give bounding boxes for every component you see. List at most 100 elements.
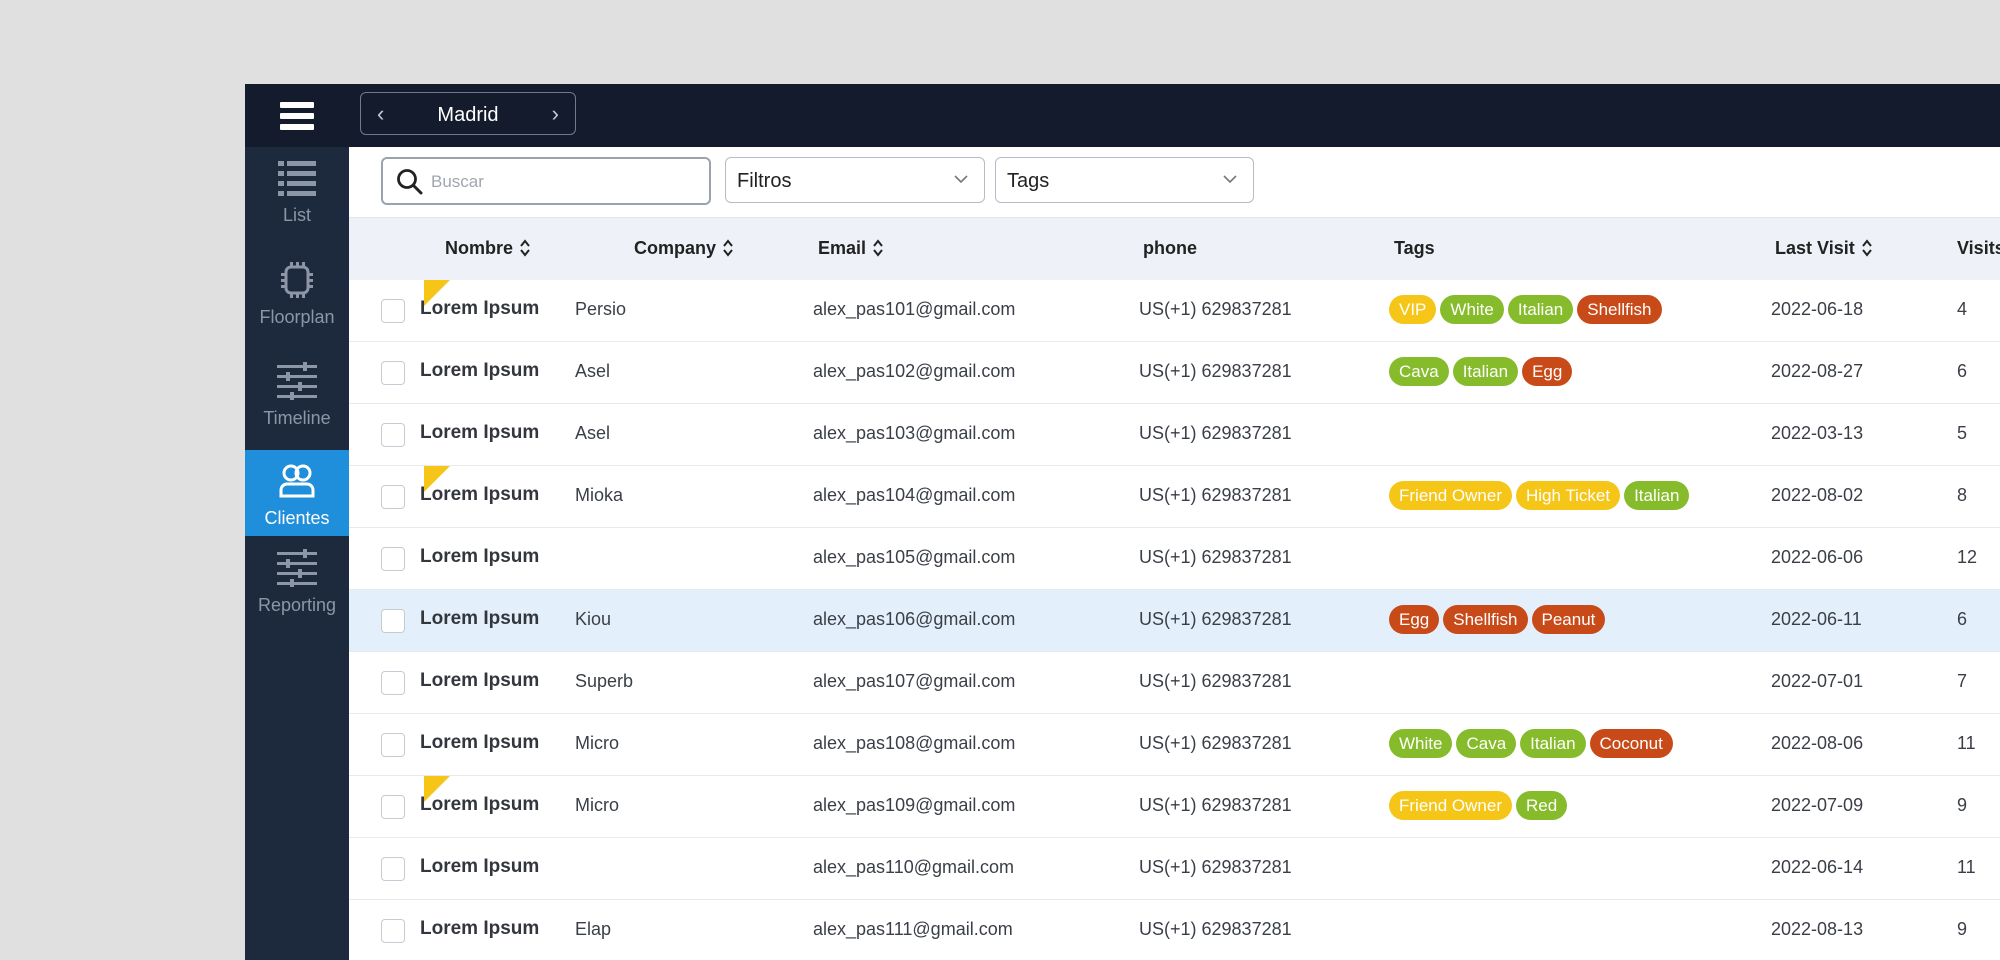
table-row[interactable]: Lorem Ipsum Asel alex_pas102@gmail.com US(+… bbox=[349, 342, 2000, 404]
sidebar-item-list[interactable]: List bbox=[245, 147, 349, 233]
tag-badge[interactable]: Friend Owner bbox=[1389, 481, 1512, 510]
table-row[interactable]: Lorem Ipsum Micro alex_pas108@gmail.com US(… bbox=[349, 714, 2000, 776]
tag-list: Friend Owner High Ticket Italian bbox=[1389, 481, 1693, 510]
timeline-icon bbox=[277, 362, 317, 400]
tags-dropdown[interactable]: Tags bbox=[995, 157, 1254, 203]
table-row[interactable]: Lorem Ipsum Persio alex_pas101@gmail.com US… bbox=[349, 280, 2000, 342]
phone-cell: US(+1) 629837281 bbox=[1139, 609, 1292, 629]
sidebar-item-timeline[interactable]: Timeline bbox=[245, 350, 349, 436]
tag-badge[interactable]: Shellfish bbox=[1443, 605, 1528, 634]
tag-badge[interactable]: Cava bbox=[1456, 729, 1517, 758]
email-cell: alex_pas107@gmail.com bbox=[813, 671, 1016, 691]
client-name[interactable]: Lorem Ipsum bbox=[420, 546, 539, 568]
last-visit-cell: 2022-08-27 bbox=[1771, 361, 1864, 381]
chevron-down-icon bbox=[954, 175, 968, 184]
table-row[interactable]: Lorem Ipsum alex_pas105@gmail.com US(+1) 6… bbox=[349, 528, 2000, 590]
client-name[interactable]: Lorem Ipsum bbox=[420, 608, 539, 630]
table-row[interactable]: Lorem Ipsum Kiou alex_pas106@gmail.com US(+… bbox=[349, 590, 2000, 652]
column-header-last-visit[interactable]: Last Visit bbox=[1775, 238, 1873, 259]
client-name[interactable]: Lorem Ipsum bbox=[420, 422, 539, 444]
tag-badge[interactable]: White bbox=[1389, 729, 1453, 758]
table-row[interactable]: Lorem Ipsum Micro alex_pas109@gmail.com US(… bbox=[349, 776, 2000, 838]
sidebar-item-label: Reporting bbox=[257, 595, 337, 615]
row-checkbox[interactable] bbox=[381, 919, 405, 943]
row-checkbox[interactable] bbox=[381, 485, 405, 509]
last-visit-cell: 2022-06-14 bbox=[1771, 857, 1864, 877]
column-header-company[interactable]: Company bbox=[634, 238, 734, 259]
client-name[interactable]: Lorem Ipsum bbox=[420, 360, 539, 382]
client-name[interactable]: Lorem Ipsum bbox=[420, 484, 539, 506]
client-name[interactable]: Lorem Ipsum bbox=[420, 856, 539, 878]
table-body: Lorem Ipsum Persio alex_pas101@gmail.com US… bbox=[349, 280, 2000, 960]
row-checkbox[interactable] bbox=[381, 795, 405, 819]
column-header-label: phone bbox=[1143, 238, 1197, 258]
filter-bar: Filtros Tags bbox=[349, 147, 2000, 217]
phone-cell: US(+1) 629837281 bbox=[1139, 919, 1292, 939]
column-header-label: Email bbox=[818, 238, 867, 258]
row-checkbox[interactable] bbox=[381, 609, 405, 633]
row-checkbox[interactable] bbox=[381, 299, 405, 323]
tag-list: White Cava Italian Coconut bbox=[1389, 729, 1677, 758]
tag-badge[interactable]: Shellfish bbox=[1577, 295, 1662, 324]
location-switcher: ‹ Madrid › bbox=[360, 92, 576, 135]
column-header-phone[interactable]: phone bbox=[1143, 238, 1197, 259]
hamburger-menu-icon[interactable] bbox=[280, 102, 314, 130]
row-checkbox[interactable] bbox=[381, 857, 405, 881]
visits-cell: 7 bbox=[1957, 671, 1968, 691]
tag-list: Egg Shellfish Peanut bbox=[1389, 605, 1609, 634]
client-name[interactable]: Lorem Ipsum bbox=[420, 732, 539, 754]
tag-badge[interactable]: Coconut bbox=[1589, 729, 1673, 758]
tag-badge[interactable]: High Ticket bbox=[1515, 481, 1621, 510]
tag-list: Friend Owner Red bbox=[1389, 791, 1571, 820]
column-header-tags[interactable]: Tags bbox=[1394, 238, 1435, 259]
tag-badge[interactable]: Italian bbox=[1452, 357, 1519, 386]
column-header-visits[interactable]: Visits bbox=[1957, 238, 2000, 259]
sidebar-item-label: Timeline bbox=[263, 408, 331, 428]
row-checkbox[interactable] bbox=[381, 547, 405, 571]
tag-badge[interactable]: Italian bbox=[1520, 729, 1586, 758]
client-name[interactable]: Lorem Ipsum bbox=[420, 298, 539, 320]
tag-badge[interactable]: VIP bbox=[1389, 295, 1437, 324]
table-row[interactable]: Lorem Ipsum alex_pas110@gmail.com US(+1) 6… bbox=[349, 838, 2000, 900]
column-header-nombre[interactable]: Nombre bbox=[445, 238, 531, 259]
chevron-right-icon[interactable]: › bbox=[552, 101, 559, 127]
client-name[interactable]: Lorem Ipsum bbox=[420, 918, 539, 940]
sidebar-item-clientes[interactable]: Clientes bbox=[245, 450, 349, 536]
tag-badge[interactable]: Red bbox=[1515, 791, 1568, 820]
row-checkbox[interactable] bbox=[381, 671, 405, 695]
company-cell: Persio bbox=[575, 299, 627, 319]
column-header-label: Company bbox=[634, 238, 717, 258]
email-cell: alex_pas105@gmail.com bbox=[813, 547, 1016, 567]
table-row[interactable]: Lorem Ipsum Superb alex_pas107@gmail.com US… bbox=[349, 652, 2000, 714]
table-row[interactable]: Lorem Ipsum Asel alex_pas103@gmail.com US(+… bbox=[349, 404, 2000, 466]
filters-dropdown[interactable]: Filtros bbox=[725, 157, 985, 203]
column-header-email[interactable]: Email bbox=[818, 238, 884, 259]
row-checkbox[interactable] bbox=[381, 361, 405, 385]
table-row[interactable]: Lorem Ipsum Elap alex_pas111@gmail.com US(+… bbox=[349, 900, 2000, 960]
tag-badge[interactable]: Friend Owner bbox=[1389, 791, 1512, 820]
row-checkbox[interactable] bbox=[381, 423, 405, 447]
sidebar-item-floorplan[interactable]: Floorplan bbox=[245, 249, 349, 335]
tag-badge[interactable]: Egg bbox=[1522, 357, 1573, 386]
tag-badge[interactable]: Italian bbox=[1624, 481, 1690, 510]
tag-badge[interactable]: Egg bbox=[1389, 605, 1440, 634]
table-row[interactable]: Lorem Ipsum Mioka alex_pas104@gmail.com US(… bbox=[349, 466, 2000, 528]
search-input[interactable] bbox=[429, 168, 703, 196]
client-name[interactable]: Lorem Ipsum bbox=[420, 794, 539, 816]
email-cell: alex_pas103@gmail.com bbox=[813, 423, 1016, 443]
tag-badge[interactable]: Peanut bbox=[1531, 605, 1606, 634]
reporting-icon bbox=[277, 549, 317, 587]
company-cell: Mioka bbox=[575, 485, 624, 505]
search-icon bbox=[397, 169, 423, 195]
tag-badge[interactable]: White bbox=[1440, 295, 1504, 324]
email-cell: alex_pas108@gmail.com bbox=[813, 733, 1016, 753]
sidebar-item-label: List bbox=[282, 205, 311, 225]
tag-badge[interactable]: Cava bbox=[1389, 357, 1449, 386]
tag-list: Cava Italian Egg bbox=[1389, 357, 1576, 386]
sidebar-item-reporting[interactable]: Reporting bbox=[245, 537, 349, 623]
tag-badge[interactable]: Italian bbox=[1507, 295, 1574, 324]
company-cell: Micro bbox=[575, 733, 619, 753]
row-checkbox[interactable] bbox=[381, 733, 405, 757]
location-name[interactable]: Madrid bbox=[361, 104, 575, 127]
client-name[interactable]: Lorem Ipsum bbox=[420, 670, 539, 692]
